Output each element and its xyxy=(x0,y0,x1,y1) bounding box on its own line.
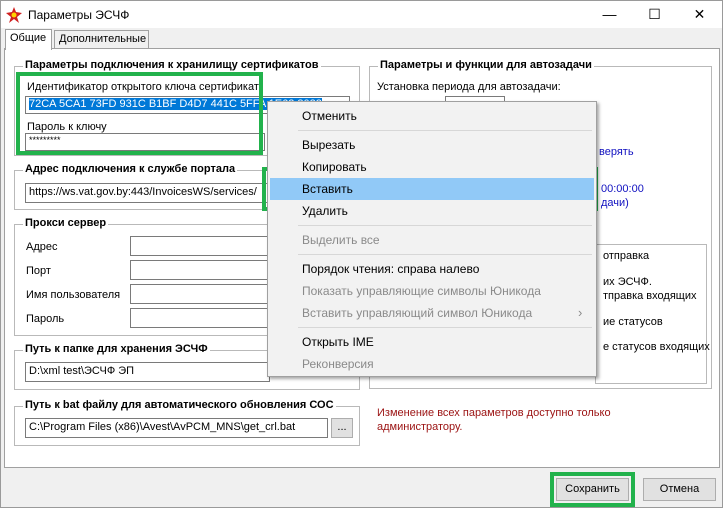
portal-url-input[interactable]: https://ws.vat.gov.by:443/InvoicesWS/ser… xyxy=(25,183,270,203)
context-menu: Отменить Вырезать Копировать Вставить Уд… xyxy=(267,101,597,377)
menu-separator xyxy=(298,254,592,255)
menu-item-insert-unicode[interactable]: Вставить управляющий символ Юникода xyxy=(270,302,594,324)
menu-separator xyxy=(298,327,592,328)
autotask-time-fragment: 00:00:00 xyxy=(601,183,644,195)
menu-item-paste[interactable]: Вставить xyxy=(270,178,594,200)
menu-separator xyxy=(298,225,592,226)
autotask-title: Параметры и функции для автозадачи xyxy=(378,59,594,71)
folder-path-input[interactable]: D:\xml test\ЭСЧФ ЭП xyxy=(25,362,270,382)
settings-window: Параметры ЭСЧФ — ☐ ✕ Общие Дополнительны… xyxy=(0,0,723,508)
title-bar[interactable]: Параметры ЭСЧФ — ☐ ✕ xyxy=(1,1,722,28)
proxy-address-input[interactable] xyxy=(130,236,270,256)
menu-item-copy[interactable]: Копировать xyxy=(270,156,594,178)
proxy-password-input[interactable] xyxy=(130,308,270,328)
bat-path-input[interactable]: C:\Program Files (x86)\Avest\AvPCM_MNS\g… xyxy=(25,418,328,438)
proxy-port-input[interactable] xyxy=(130,260,270,280)
tab-general[interactable]: Общие xyxy=(5,29,52,50)
autotask-item-fragment-3: тправка входящих xyxy=(603,290,697,302)
autotask-item-fragment-2: их ЭСЧФ. xyxy=(603,276,652,288)
autotask-period-label: Установка периода для автозадачи: xyxy=(377,81,561,93)
tab-additional[interactable]: Дополнительные xyxy=(54,30,149,49)
proxy-user-label: Имя пользователя xyxy=(26,289,121,301)
maximize-button[interactable]: ☐ xyxy=(632,1,677,28)
save-button[interactable]: Сохранить xyxy=(556,478,629,501)
menu-item-rtl-reading[interactable]: Порядок чтения: справа налево xyxy=(270,258,594,280)
autotask-link-fragment-1[interactable]: верять xyxy=(599,146,634,158)
menu-item-undo[interactable]: Отменить xyxy=(270,105,594,127)
menu-item-open-ime[interactable]: Открыть IME xyxy=(270,331,594,353)
highlight-cert-fields xyxy=(16,72,263,155)
proxy-title: Прокси сервер xyxy=(23,217,109,229)
portal-title: Адрес подключения к службе портала xyxy=(23,163,238,175)
bat-browse-button[interactable]: ... xyxy=(331,418,353,438)
menu-item-select-all[interactable]: Выделить все xyxy=(270,229,594,251)
close-button[interactable]: ✕ xyxy=(677,1,722,28)
autotask-link-fragment-2: дачи) xyxy=(601,197,629,209)
minimize-button[interactable]: — xyxy=(587,1,632,28)
submenu-arrow-icon: › xyxy=(578,305,583,320)
autotask-item-fragment-1: отправка xyxy=(603,250,650,262)
proxy-password-label: Пароль xyxy=(26,313,65,325)
autotask-item-fragment-4: ие статусов xyxy=(603,316,663,328)
menu-item-show-unicode[interactable]: Показать управляющие символы Юникода xyxy=(270,280,594,302)
menu-item-delete[interactable]: Удалить xyxy=(270,200,594,222)
cert-storage-title: Параметры подключения к хранилищу сертиф… xyxy=(23,59,321,71)
app-logo-icon xyxy=(6,7,22,23)
menu-item-reconversion[interactable]: Реконверсия xyxy=(270,353,594,375)
proxy-user-input[interactable] xyxy=(130,284,270,304)
folder-title: Путь к папке для хранения ЭСЧФ xyxy=(23,343,210,355)
autotask-item-fragment-5: е статусов входящих xyxy=(603,341,710,353)
bat-title: Путь к bat файлу для автоматического обн… xyxy=(23,399,336,411)
proxy-port-label: Порт xyxy=(26,265,51,277)
menu-item-cut[interactable]: Вырезать xyxy=(270,134,594,156)
cancel-button[interactable]: Отмена xyxy=(643,478,716,501)
window-title: Параметры ЭСЧФ xyxy=(28,8,130,22)
admin-note: Изменение всех параметров доступно тольк… xyxy=(377,407,611,433)
autotask-list-box[interactable] xyxy=(595,244,707,384)
menu-separator xyxy=(298,130,592,131)
proxy-address-label: Адрес xyxy=(26,241,58,253)
